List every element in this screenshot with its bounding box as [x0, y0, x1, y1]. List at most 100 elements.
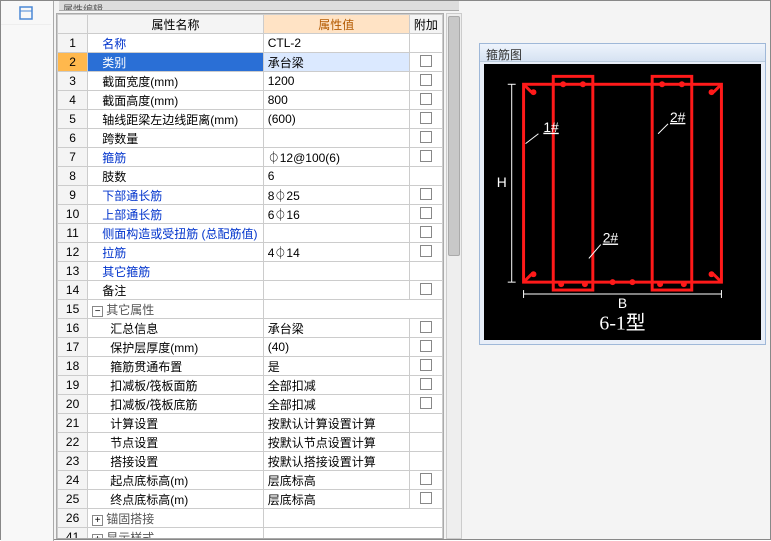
checkbox-icon[interactable] [420, 93, 432, 105]
extra-cell[interactable] [409, 433, 442, 452]
property-value-cell[interactable]: 层底标高 [263, 490, 409, 509]
table-row[interactable]: 15−其它属性 [58, 300, 443, 319]
table-row[interactable]: 25终点底标高(m)层底标高 [58, 490, 443, 509]
checkbox-icon[interactable] [420, 131, 432, 143]
property-name-cell[interactable]: +锚固搭接 [88, 509, 264, 528]
checkbox-icon[interactable] [420, 207, 432, 219]
checkbox-icon[interactable] [420, 150, 432, 162]
extra-cell[interactable] [409, 471, 442, 490]
table-row[interactable]: 20扣减板/筏板底筋全部扣减 [58, 395, 443, 414]
property-name-cell[interactable]: 计算设置 [88, 414, 264, 433]
property-value-cell[interactable]: 全部扣减 [263, 376, 409, 395]
table-row[interactable]: 17保护层厚度(mm)(40) [58, 338, 443, 357]
property-name-cell[interactable]: 箍筋贯通布置 [88, 357, 264, 376]
toolbar-icon-1[interactable] [1, 1, 51, 25]
checkbox-icon[interactable] [420, 397, 432, 409]
property-name-cell[interactable]: 下部通长筋 [88, 186, 264, 205]
extra-cell[interactable] [409, 490, 442, 509]
property-value-cell[interactable]: 承台梁 [263, 319, 409, 338]
table-row[interactable]: 1名称CTL-2 [58, 34, 443, 53]
table-row[interactable]: 23搭接设置按默认搭接设置计算 [58, 452, 443, 471]
table-row[interactable]: 19扣减板/筏板面筋全部扣减 [58, 376, 443, 395]
property-name-cell[interactable]: +显示样式 [88, 528, 264, 540]
property-value-cell[interactable]: 6 [263, 167, 409, 186]
property-name-cell[interactable]: 其它箍筋 [88, 262, 264, 281]
property-name-cell[interactable]: 备注 [88, 281, 264, 300]
table-row[interactable]: 7箍筋⏀12@100(6) [58, 148, 443, 167]
expand-collapse-icon[interactable]: − [92, 306, 103, 317]
property-name-cell[interactable]: 汇总信息 [88, 319, 264, 338]
scrollbar-thumb[interactable] [448, 16, 460, 256]
property-name-cell[interactable]: 截面宽度(mm) [88, 72, 264, 91]
table-row[interactable]: 4截面高度(mm)800 [58, 91, 443, 110]
property-name-cell[interactable]: 跨数量 [88, 129, 264, 148]
property-name-cell[interactable]: 截面高度(mm) [88, 91, 264, 110]
vertical-scrollbar[interactable] [446, 13, 462, 539]
table-row[interactable]: 12拉筋4⏀14 [58, 243, 443, 262]
property-value-cell[interactable]: 层底标高 [263, 471, 409, 490]
property-name-cell[interactable]: 保护层厚度(mm) [88, 338, 264, 357]
property-name-cell[interactable]: 起点底标高(m) [88, 471, 264, 490]
property-name-cell[interactable]: 节点设置 [88, 433, 264, 452]
extra-cell[interactable] [409, 376, 442, 395]
extra-cell[interactable] [409, 414, 442, 433]
property-value-cell[interactable]: (600) [263, 110, 409, 129]
property-value-cell[interactable]: 1200 [263, 72, 409, 91]
table-row[interactable]: 11侧面构造或受扭筋 (总配筋值) [58, 224, 443, 243]
property-value-cell[interactable]: 按默认节点设置计算 [263, 433, 409, 452]
property-value-cell[interactable]: 4⏀14 [263, 243, 409, 262]
extra-cell[interactable] [409, 357, 442, 376]
property-name-cell[interactable]: 类别 [88, 53, 264, 72]
property-value-cell[interactable]: 全部扣减 [263, 395, 409, 414]
property-value-cell[interactable]: 承台梁 [263, 53, 409, 72]
table-row[interactable]: 41+显示样式 [58, 528, 443, 540]
property-name-cell[interactable]: 扣减板/筏板面筋 [88, 376, 264, 395]
extra-cell[interactable] [409, 129, 442, 148]
extra-cell[interactable] [409, 72, 442, 91]
table-row[interactable]: 3截面宽度(mm)1200 [58, 72, 443, 91]
table-row[interactable]: 14备注 [58, 281, 443, 300]
checkbox-icon[interactable] [420, 245, 432, 257]
table-row[interactable]: 26+锚固搭接 [58, 509, 443, 528]
property-name-cell[interactable]: 名称 [88, 34, 264, 53]
property-value-cell[interactable]: CTL-2 [263, 34, 409, 53]
extra-cell[interactable] [409, 395, 442, 414]
extra-cell[interactable] [409, 110, 442, 129]
expand-collapse-icon[interactable]: + [92, 515, 103, 526]
table-row[interactable]: 18箍筋贯通布置是 [58, 357, 443, 376]
extra-cell[interactable] [409, 452, 442, 471]
extra-cell[interactable] [409, 148, 442, 167]
extra-cell[interactable] [409, 224, 442, 243]
table-row[interactable]: 16汇总信息承台梁 [58, 319, 443, 338]
property-name-cell[interactable]: 搭接设置 [88, 452, 264, 471]
extra-cell[interactable] [409, 243, 442, 262]
checkbox-icon[interactable] [420, 340, 432, 352]
extra-cell[interactable] [409, 91, 442, 110]
property-name-cell[interactable]: 肢数 [88, 167, 264, 186]
property-value-cell[interactable]: 按默认搭接设置计算 [263, 452, 409, 471]
extra-cell[interactable] [409, 319, 442, 338]
property-value-cell[interactable] [263, 224, 409, 243]
extra-cell[interactable] [409, 167, 442, 186]
extra-cell[interactable] [409, 281, 442, 300]
extra-cell[interactable] [409, 186, 442, 205]
checkbox-icon[interactable] [420, 283, 432, 295]
property-name-cell[interactable]: 侧面构造或受扭筋 (总配筋值) [88, 224, 264, 243]
checkbox-icon[interactable] [420, 492, 432, 504]
property-value-cell[interactable]: ⏀12@100(6) [263, 148, 409, 167]
property-name-cell[interactable]: 上部通长筋 [88, 205, 264, 224]
expand-collapse-icon[interactable]: + [92, 534, 103, 540]
property-name-cell[interactable]: 箍筋 [88, 148, 264, 167]
checkbox-icon[interactable] [420, 473, 432, 485]
property-value-cell[interactable]: (40) [263, 338, 409, 357]
table-row[interactable]: 9下部通长筋8⏀25 [58, 186, 443, 205]
checkbox-icon[interactable] [420, 359, 432, 371]
property-value-cell[interactable] [263, 281, 409, 300]
property-name-cell[interactable]: 拉筋 [88, 243, 264, 262]
table-row[interactable]: 5轴线距梁左边线距离(mm)(600) [58, 110, 443, 129]
table-row[interactable]: 8肢数6 [58, 167, 443, 186]
checkbox-icon[interactable] [420, 55, 432, 67]
table-row[interactable]: 6跨数量 [58, 129, 443, 148]
table-row[interactable]: 13其它箍筋 [58, 262, 443, 281]
property-value-cell[interactable]: 按默认计算设置计算 [263, 414, 409, 433]
